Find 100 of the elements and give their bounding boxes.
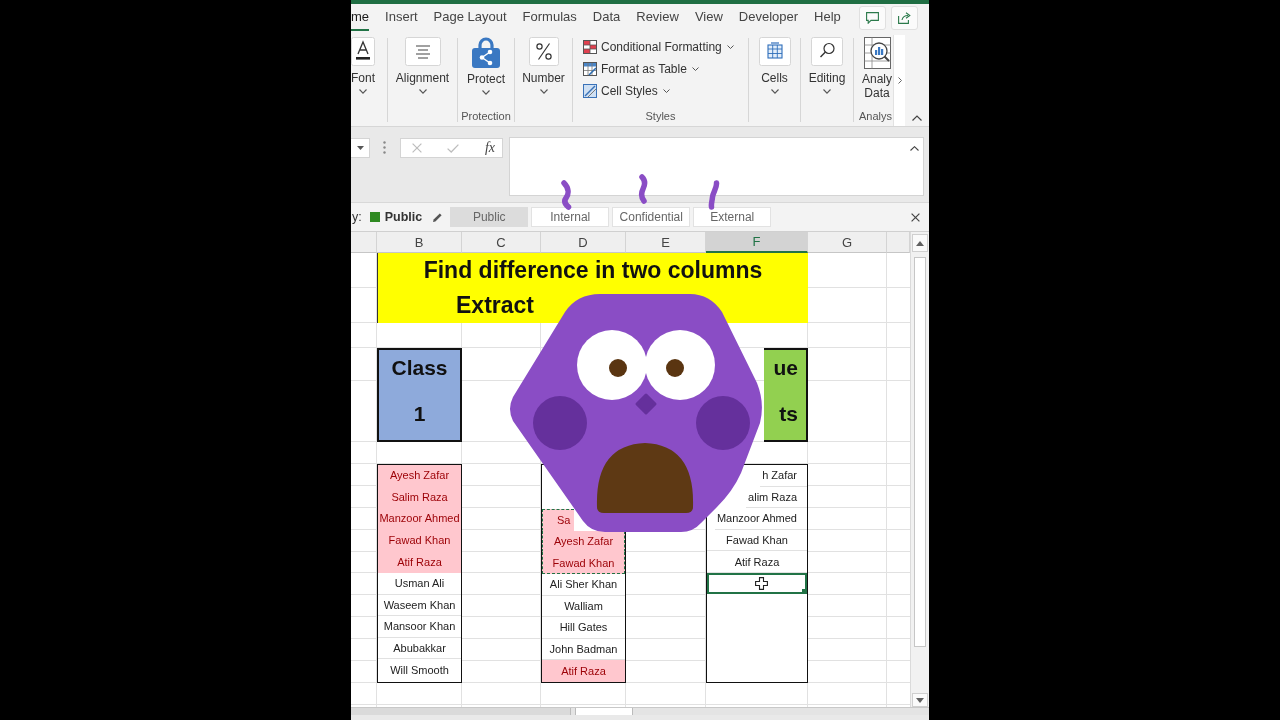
- sheet-cell[interactable]: Sa: [542, 509, 575, 531]
- alignment-icon: [404, 37, 441, 66]
- chart-magnifier-icon: [863, 37, 891, 69]
- analyze-data-button[interactable]: Analy Data: [862, 37, 893, 100]
- caret-icon: [418, 89, 427, 94]
- sheet-cell[interactable]: Mansoor Khan: [378, 616, 461, 638]
- sheet-cell[interactable]: Ayesh Zafar: [542, 530, 625, 553]
- sheet-cell[interactable]: Salim Raza: [378, 486, 461, 509]
- label-square-icon: [369, 212, 380, 222]
- caret-icon: [823, 89, 831, 94]
- caret-down-icon: [916, 697, 924, 703]
- search-icon: [811, 37, 843, 66]
- sheet-cell[interactable]: Atif Raza: [542, 660, 625, 682]
- pencil-icon[interactable]: [432, 211, 444, 223]
- group-label: Protection: [461, 110, 511, 122]
- ribbon-tab[interactable]: Data: [592, 4, 621, 31]
- caret-icon: [770, 89, 779, 94]
- name-box-field[interactable]: [351, 138, 370, 158]
- cells-button[interactable]: Cells: [758, 37, 791, 94]
- sheet-cell[interactable]: Hill Gates: [542, 617, 625, 639]
- alignment-button[interactable]: Alignment: [395, 37, 450, 94]
- number-button[interactable]: Number: [522, 37, 565, 94]
- lock-icon: [472, 37, 500, 68]
- sensitivity-value: Public: [384, 210, 423, 224]
- sensitivity-option[interactable]: Public: [450, 207, 529, 227]
- caret-icon: [359, 89, 367, 94]
- ribbon-tab[interactable]: Developer: [738, 4, 799, 31]
- sheet-cell[interactable]: Ayesh Zafar: [378, 465, 461, 487]
- sheet-cell[interactable]: h Zafar: [760, 465, 807, 487]
- table-style-icon: [583, 62, 597, 76]
- header-cell[interactable]: ue ts: [764, 348, 808, 442]
- sheet-cell[interactable]: alim Raza: [746, 486, 807, 509]
- squiggle-icon: [637, 174, 649, 204]
- sheet-cell[interactable]: Waseem Khan: [378, 594, 461, 617]
- sheet-cell[interactable]: Ali Sher Khan: [542, 573, 625, 596]
- caret-icon: [691, 67, 699, 71]
- sheet-cell[interactable]: Walliam: [542, 595, 625, 618]
- sheet-cell[interactable]: Abubakkar: [378, 637, 461, 660]
- conditional-formatting-button[interactable]: Conditional Formatting: [583, 36, 736, 58]
- ribbon-tab[interactable]: Page Layout: [433, 4, 507, 31]
- ribbon-tab[interactable]: Help: [814, 4, 841, 31]
- group-label: Styles: [645, 110, 676, 122]
- sheet-cell[interactable]: Fawad Khan: [707, 529, 807, 552]
- format-as-table-button[interactable]: Format as Table: [583, 58, 701, 80]
- sensitivity-option[interactable]: External: [693, 207, 772, 227]
- caret-icon: [662, 89, 670, 93]
- collapse-ribbon-icon[interactable]: [912, 115, 922, 121]
- cell-styles-button[interactable]: Cell Styles: [583, 80, 672, 102]
- cell-style-icon: [583, 84, 597, 98]
- sheet-cell[interactable]: [707, 572, 807, 595]
- header-text: ue: [773, 356, 798, 380]
- group-label: Analys: [859, 110, 893, 122]
- scrollbar-thumb[interactable]: [914, 257, 926, 647]
- sheet-cell[interactable]: Atif Raza: [707, 551, 807, 573]
- percent-icon: [528, 37, 559, 66]
- header-cell[interactable]: Class 1: [377, 348, 462, 442]
- comment-icon: [866, 12, 879, 24]
- sheet-cell[interactable]: Usman Ali: [378, 572, 461, 595]
- share-icon: [898, 12, 911, 24]
- font-button[interactable]: Font: [351, 37, 375, 94]
- highlighted-grid-icon: [583, 40, 597, 54]
- insert-function-button[interactable]: fx: [484, 140, 495, 156]
- ribbon-tab[interactable]: Formulas: [522, 4, 577, 31]
- column-header[interactable]: F: [706, 232, 808, 253]
- table-grid-icon: [758, 37, 791, 66]
- caret-icon: [539, 89, 548, 94]
- sensitivity-label: y:: [352, 210, 362, 224]
- scroll-up-button[interactable]: [912, 234, 928, 252]
- protect-button[interactable]: Protect: [467, 37, 505, 95]
- sheet-cell[interactable]: Fawad Khan: [378, 529, 461, 552]
- header-text: Class: [391, 356, 448, 380]
- chevron-up-icon[interactable]: [910, 146, 919, 151]
- caret-icon: [726, 45, 734, 49]
- sheet-cell[interactable]: Manzoor Ahmed: [378, 508, 461, 530]
- scroll-down-button[interactable]: [912, 693, 928, 707]
- fill-handle-icon[interactable]: [802, 588, 807, 594]
- sheet-cell[interactable]: Fawad Khan: [542, 552, 625, 574]
- comment-button[interactable]: [859, 6, 886, 30]
- title-text: Find difference in two columns: [423, 257, 763, 284]
- close-icon[interactable]: [911, 212, 920, 222]
- header-text: 1: [413, 402, 426, 426]
- sensitivity-option[interactable]: Internal: [531, 207, 610, 227]
- caret-up-icon: [916, 240, 924, 246]
- caret-icon: [482, 90, 490, 95]
- chevron-right-icon: [897, 77, 902, 84]
- title-text: Extract: [456, 292, 534, 319]
- share-button[interactable]: [891, 6, 918, 30]
- caret-icon: [356, 146, 364, 150]
- squiggle-icon: [708, 180, 720, 210]
- vertical-dots-icon[interactable]: [383, 141, 386, 154]
- ribbon-tab[interactable]: View: [694, 4, 723, 31]
- sheet-cell[interactable]: Atif Raza: [378, 551, 461, 573]
- sheet-cell[interactable]: Will Smooth: [378, 659, 461, 681]
- ribbon-tab[interactable]: Review: [636, 4, 679, 31]
- editing-button[interactable]: Editing: [808, 37, 846, 94]
- sheet-cell[interactable]: Manzoor Ahmed: [714, 508, 807, 530]
- sensitivity-option[interactable]: Confidential: [612, 207, 691, 227]
- ribbon-tab[interactable]: Insert: [385, 4, 418, 31]
- squiggle-icon: [560, 180, 572, 210]
- formula-input[interactable]: [509, 137, 924, 196]
